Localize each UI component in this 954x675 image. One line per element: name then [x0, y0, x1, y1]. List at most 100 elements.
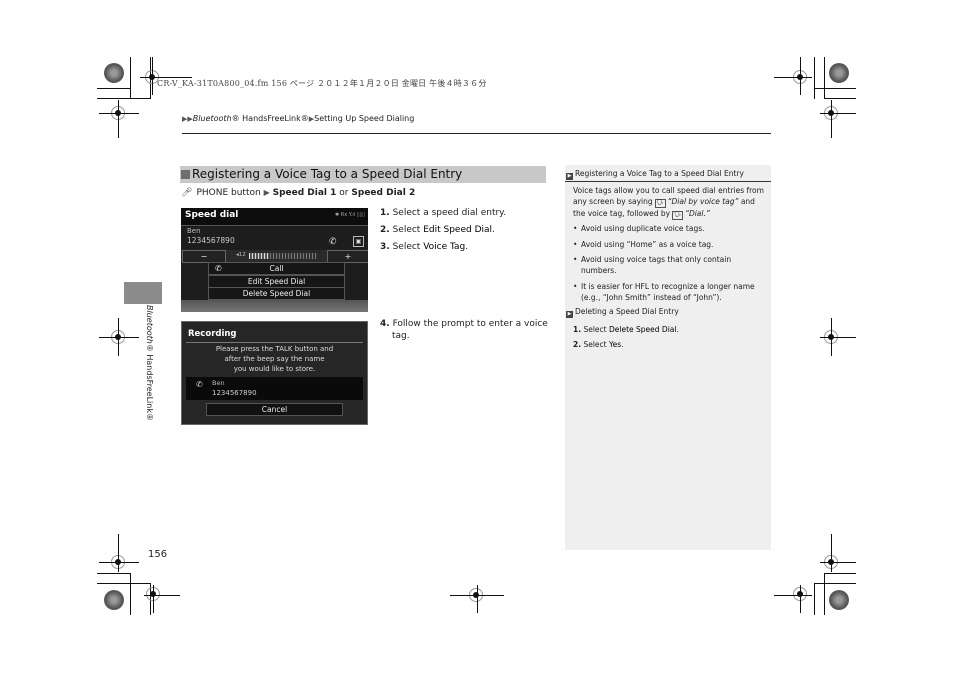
path-speed-dial-1: Speed Dial 1: [272, 188, 337, 198]
path-speed-dial-2: Speed Dial 2: [351, 188, 416, 198]
step-2: 2. Select Edit Speed Dial.: [380, 222, 550, 239]
message-line: Please press the TALK button and: [215, 345, 334, 353]
phone-icon: ✆: [196, 380, 203, 389]
screen-title: Speed dial: [185, 210, 239, 220]
side-tab-italic: Bluetooth: [145, 305, 154, 344]
tip-item: Avoid using “Home” as a voice tag.: [573, 239, 765, 250]
call-icon: ✆: [215, 264, 222, 273]
entry-number: 1234567890: [212, 389, 257, 397]
breadcrumb-arrow-icon: ▶▶: [182, 115, 193, 123]
voice-tag-icon: ▣: [353, 236, 364, 247]
section-square-icon: [181, 170, 190, 179]
step-text-cont: tag.: [392, 331, 410, 341]
steps-list: 1. Select a speed dial entry. 2. Select …: [380, 205, 550, 256]
voice-command: “Dial by voice tag”: [667, 197, 739, 206]
screen-title-bar: Speed dial ✱ Rx Y.ıl ▯▯▯: [181, 208, 368, 226]
message-line: after the beep say the name: [224, 355, 325, 363]
step-1: 1. Select a speed dial entry.: [380, 205, 550, 222]
step-text: Select: [583, 325, 609, 334]
print-header: CR-V_KA-31T0A800_04.fm 156 ページ ２０１２年１月２０…: [157, 79, 487, 88]
step-bold: Delete Speed Dial: [609, 325, 677, 334]
step-post: .: [465, 242, 469, 252]
step-number: 1.: [573, 325, 582, 334]
step-post: .: [621, 340, 624, 349]
delete-step-1: 1. Select Delete Speed Dial.: [573, 322, 679, 337]
recording-message: Please press the TALK button and after t…: [182, 344, 367, 374]
entry-name: Ben: [187, 227, 201, 235]
registration-dot: [104, 590, 124, 610]
note-intro: Voice tags allow you to call speed dial …: [573, 185, 768, 220]
section-heading: Registering a Voice Tag to a Speed Dial …: [180, 166, 546, 183]
step-4: 4. Follow the prompt to enter a voice ta…: [380, 318, 550, 342]
step-text: Follow the prompt to enter a voice: [392, 319, 548, 329]
registration-dot: [104, 63, 124, 83]
note-heading-2-text: Deleting a Speed Dial Entry: [575, 307, 679, 316]
voice-command-icon: 🗣︎: [654, 199, 666, 208]
breadcrumb-current[interactable]: Setting Up Speed Dialing: [314, 114, 414, 123]
entry-name: Ben: [212, 379, 225, 387]
breadcrumb: ▶▶Bluetooth® HandsFreeLink®▶Setting Up S…: [182, 114, 414, 123]
tip-item: It is easier for HFL to recognize a long…: [573, 281, 765, 303]
note-reference-icon: ▶: [566, 173, 573, 180]
message-line: you would like to store.: [233, 365, 316, 373]
tip-item: Avoid using voice tags that only contain…: [573, 254, 765, 276]
edit-speed-dial-label: Edit Speed Dial: [247, 277, 306, 286]
call-button[interactable]: ✆ Call: [208, 262, 345, 275]
menu-path: 🎤︎ PHONE button ▶ Speed Dial 1 or Speed D…: [181, 188, 415, 198]
delete-speed-dial-label: Delete Speed Dial: [242, 289, 311, 298]
step-number: 2.: [573, 340, 582, 349]
recording-screen: Recording Please press the TALK button a…: [181, 321, 368, 425]
tips-list: Avoid using duplicate voice tags. Avoid …: [573, 223, 765, 307]
step-text: Select: [583, 340, 609, 349]
step-post: .: [676, 325, 679, 334]
path-arrow-icon: ▶: [263, 188, 270, 197]
speed-dial-screen: Speed dial ✱ Rx Y.ıl ▯▯▯ Ben 1234567890 …: [181, 208, 368, 312]
step-post: .: [492, 225, 495, 235]
call-label: Call: [269, 264, 284, 273]
step-bold: Voice Tag: [423, 242, 466, 252]
step-text: Select: [392, 242, 424, 252]
registration-dot: [829, 590, 849, 610]
note-heading-2: ▶ Deleting a Speed Dial Entry: [566, 307, 679, 318]
volume-meter[interactable]: [249, 253, 317, 259]
path-or: or: [339, 188, 349, 198]
breadcrumb-bluetooth[interactable]: Bluetooth: [193, 114, 232, 123]
path-prefix: PHONE button: [196, 188, 261, 198]
title-divider: [186, 342, 363, 343]
note-rule: [565, 181, 771, 182]
section-title: Registering a Voice Tag to a Speed Dial …: [192, 167, 463, 181]
registration-dot: [829, 63, 849, 83]
side-tab-rest: ® HandsFreeLink®: [145, 343, 154, 421]
voice-command: “Dial.”: [685, 209, 710, 218]
step-text: Select: [392, 225, 424, 235]
volume-level-label: ◂12: [236, 252, 246, 258]
tip-item: Avoid using duplicate voice tags.: [573, 223, 765, 234]
side-tab-marker: [124, 282, 162, 304]
step-3: 3. Select Voice Tag.: [380, 239, 550, 256]
cancel-button[interactable]: Cancel: [206, 403, 343, 416]
breadcrumb-hfl[interactable]: ® HandsFreeLink®: [232, 114, 309, 123]
note-heading-text: Registering a Voice Tag to a Speed Dial …: [575, 169, 744, 178]
delete-step-2: 2. Select Yes.: [573, 337, 679, 352]
screen-footer: [181, 300, 368, 312]
step-text: Select a speed dial entry.: [392, 208, 507, 218]
phone-button-icon: 🎤︎: [181, 188, 193, 198]
phone-icon: ✆: [329, 237, 337, 247]
note-reference-icon: ▶: [566, 311, 573, 318]
step-bold: Edit Speed Dial: [423, 225, 493, 235]
recording-entry: ✆ Ben 1234567890: [186, 377, 363, 400]
step-bold: Yes: [609, 340, 622, 349]
recording-title: Recording: [188, 329, 237, 339]
page-number: 156: [148, 549, 168, 560]
step-number: 1.: [380, 208, 390, 218]
note-heading: ▶ Registering a Voice Tag to a Speed Dial…: [566, 169, 744, 180]
delete-speed-dial-button[interactable]: Delete Speed Dial: [208, 287, 345, 300]
side-tab-label: Bluetooth® HandsFreeLink®: [132, 305, 172, 425]
volume-meter-fill: [249, 253, 270, 259]
voice-command-icon: 🗣︎: [672, 211, 684, 220]
delete-steps: 1. Select Delete Speed Dial. 2. Select Y…: [573, 322, 679, 352]
entry-number: 1234567890: [187, 236, 235, 245]
sidebar-note: ▶ Registering a Voice Tag to a Speed Dial…: [565, 165, 771, 550]
status-icons: ✱ Rx Y.ıl ▯▯▯: [334, 212, 365, 218]
step-number: 4.: [380, 319, 390, 329]
